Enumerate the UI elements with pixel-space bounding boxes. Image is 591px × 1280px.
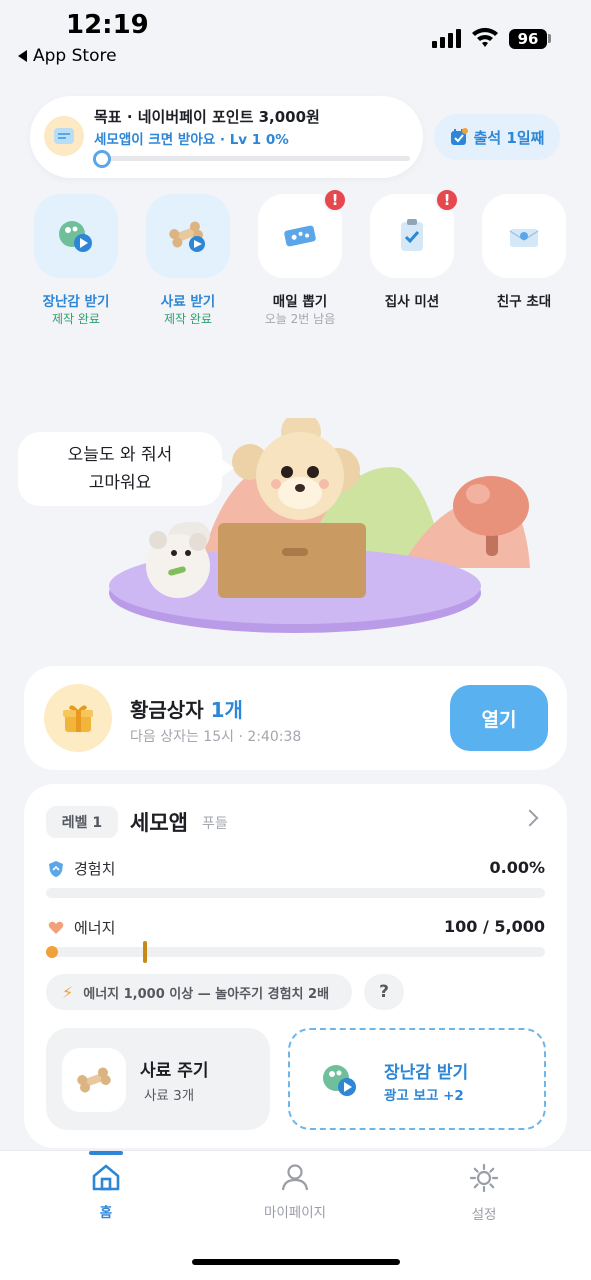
quick-toy-status: 제작 완료 xyxy=(52,312,100,326)
help-button[interactable]: ? xyxy=(364,974,404,1010)
point-card-icon xyxy=(44,116,84,156)
feed-count: 사료 3개 xyxy=(144,1088,195,1104)
gift-box-icon xyxy=(44,684,112,752)
energy-value: 100 / 5,000 xyxy=(444,917,545,936)
mission-alert-badge: ! xyxy=(435,188,459,212)
energy-label: 에너지 xyxy=(74,919,116,937)
person-icon xyxy=(281,1164,309,1191)
quick-toy-label: 장난감 받기 xyxy=(42,294,110,310)
energy-tip-text: 에너지 1,000 이상 — 놀아주기 경험치 2배 xyxy=(83,986,330,1002)
energy-progress-track xyxy=(46,947,545,957)
goal-card[interactable]: 목표 · 네이버페이 포인트 3,000원 세모앱이 크면 받아요 · Lv 1… xyxy=(30,96,423,178)
quick-mission-label: 집사 미션 xyxy=(384,294,440,310)
energy-current-dot xyxy=(46,946,58,958)
heart-icon xyxy=(48,921,64,934)
goal-title: 목표 · 네이버페이 포인트 3,000원 xyxy=(94,108,320,126)
quick-feed-status: 제작 완료 xyxy=(164,312,212,326)
lightning-icon: ⚡ xyxy=(62,982,74,1002)
battery-tip xyxy=(548,34,551,43)
toy-ball-icon xyxy=(59,221,92,252)
quick-feed-button[interactable] xyxy=(146,194,230,278)
quick-feed-label: 사료 받기 xyxy=(160,294,216,310)
back-label: App Store xyxy=(33,46,117,66)
golden-box-name: 황금상자 xyxy=(130,698,204,722)
toy-ball-icon xyxy=(320,1062,360,1102)
daily-draw-alert-badge: ! xyxy=(323,188,347,212)
exp-value: 0.00% xyxy=(489,858,545,877)
golden-box-title: 황금상자 1개 xyxy=(130,694,243,723)
speech-bubble: 오늘도 와 줘서 고마워요 xyxy=(18,432,234,506)
home-indicator xyxy=(192,1259,400,1265)
attendance-label: 출석 1일째 xyxy=(473,128,545,147)
battery-icon: 96 xyxy=(509,29,547,49)
exp-label: 경험치 xyxy=(74,860,116,878)
quick-daily-draw-label: 매일 뽑기 xyxy=(272,294,328,310)
cardboard-box xyxy=(218,523,366,598)
status-time: 12:19 xyxy=(66,10,149,40)
chevron-right-icon[interactable] xyxy=(521,809,539,827)
back-to-app-store[interactable]: App Store xyxy=(18,46,117,66)
quick-invite-label: 친구 초대 xyxy=(496,294,552,310)
calendar-check-icon xyxy=(450,128,468,145)
clipboard-check-icon xyxy=(401,219,423,251)
tab-mypage[interactable]: 마이페이지 xyxy=(235,1163,355,1221)
toy-reward: 광고 보고 +2 xyxy=(384,1088,464,1104)
goal-progress-knob xyxy=(93,150,111,168)
exp-row-label: 경험치 xyxy=(48,858,115,879)
battery-level: 96 xyxy=(517,30,539,48)
speech-line-1: 오늘도 와 줘서 xyxy=(67,445,173,465)
quick-daily-draw-status: 오늘 2번 남음 xyxy=(264,312,336,326)
attendance-button[interactable]: 출석 1일째 xyxy=(434,114,560,160)
energy-row-label: 에너지 xyxy=(48,917,115,938)
ticket-icon xyxy=(284,225,316,247)
envelope-icon xyxy=(509,229,539,247)
tab-settings[interactable]: 설정 xyxy=(424,1163,544,1223)
puppy-eye-right xyxy=(307,466,319,478)
toy-title: 장난감 받기 xyxy=(384,1063,469,1083)
feed-title: 사료 주기 xyxy=(140,1061,209,1081)
speech-line-2: 고마워요 xyxy=(88,473,152,493)
quick-toy-button[interactable] xyxy=(34,194,118,278)
bone-icon xyxy=(169,221,205,252)
pet-breed: 푸들 xyxy=(202,816,228,832)
wifi-icon xyxy=(472,27,498,47)
energy-threshold-marker xyxy=(143,941,147,963)
bone-icon xyxy=(62,1048,126,1112)
mushroom-cap xyxy=(453,476,529,536)
exp-progress-track xyxy=(46,888,545,898)
pet-name: 세모앱 xyxy=(130,811,188,835)
golden-box-card: 황금상자 1개 다음 상자는 15시 · 2:40:38 열기 xyxy=(24,666,567,770)
tab-mypage-label: 마이페이지 xyxy=(263,1205,327,1221)
puppy-eye-left xyxy=(281,466,293,478)
energy-tip-pill: ⚡ 에너지 1,000 이상 — 놀아주기 경험치 2배 xyxy=(46,974,352,1010)
goal-subtitle: 세모앱이 크면 받아요 · Lv 1 0% xyxy=(94,132,289,148)
tab-home[interactable]: 홈 xyxy=(46,1163,166,1221)
quick-invite-friend-button[interactable] xyxy=(482,194,566,278)
tab-settings-label: 설정 xyxy=(471,1207,497,1223)
open-box-button[interactable]: 열기 xyxy=(450,685,548,751)
shield-icon xyxy=(49,860,63,877)
goal-progress-track xyxy=(102,156,410,161)
cellular-signal-icon xyxy=(432,28,461,48)
pet-status-card: 레벨 1 세모앱 푸들 경험치 0.00% 에너지 100 / 5,000 ⚡ … xyxy=(24,784,567,1148)
golden-box-count: 1개 xyxy=(210,698,243,722)
tab-home-label: 홈 xyxy=(99,1205,113,1221)
active-tab-indicator xyxy=(89,1151,123,1155)
sun-gear-icon xyxy=(469,1163,499,1193)
back-arrow-icon xyxy=(18,50,27,62)
feed-pet-button[interactable]: 사료 주기 사료 3개 xyxy=(46,1028,270,1130)
golden-box-next-timer: 다음 상자는 15시 · 2:40:38 xyxy=(130,729,302,745)
home-icon xyxy=(92,1164,120,1191)
get-toy-button[interactable]: 장난감 받기 광고 보고 +2 xyxy=(288,1028,546,1130)
pet-level-chip: 레벨 1 xyxy=(46,806,118,838)
